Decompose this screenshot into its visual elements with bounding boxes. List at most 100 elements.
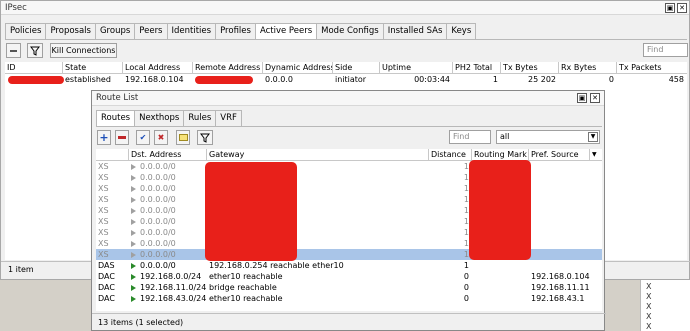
list-item[interactable]: X: [646, 292, 651, 301]
row-local: 192.168.0.104: [125, 75, 184, 84]
comment-button[interactable]: [176, 130, 190, 145]
tab-installed-sas[interactable]: Installed SAs: [382, 23, 448, 39]
table-row[interactable]: established 192.168.0.104 0.0.0.0 initia…: [5, 74, 687, 85]
col-id[interactable]: ID: [5, 62, 63, 74]
col-rx-bytes[interactable]: Rx Bytes: [559, 62, 617, 74]
list-item[interactable]: X: [646, 282, 651, 291]
close-button[interactable]: ✕: [590, 93, 600, 103]
route-distance: 1: [463, 217, 469, 226]
table-row[interactable]: DAC 192.168.43.0/24 ether10 reachable 0 192.…: [96, 293, 602, 304]
table-row[interactable]: DAS 0.0.0.0/0 192.168.0.254 reachable ethe…: [96, 260, 602, 271]
route-dst-text: 0.0.0.0/0: [140, 195, 176, 204]
col-dynamic-address[interactable]: Dynamic Address: [263, 62, 333, 74]
route-dst-text: 0.0.0.0/0: [140, 217, 176, 226]
tab-routes[interactable]: Routes: [96, 110, 136, 127]
tab-divider: [96, 126, 602, 127]
kill-connections-button[interactable]: Kill Connections: [50, 43, 117, 58]
remove-button[interactable]: [115, 130, 129, 145]
column-menu-button[interactable]: ▼: [590, 149, 602, 161]
col-local-address[interactable]: Local Address: [123, 62, 193, 74]
tab-profiles[interactable]: Profiles: [215, 23, 256, 39]
filter-icon: [200, 133, 210, 143]
tab-proposals[interactable]: Proposals: [45, 23, 96, 39]
route-dst-text: 0.0.0.0/0: [140, 250, 176, 259]
chevron-down-icon: ▼: [588, 132, 598, 142]
route-pref: [529, 194, 590, 205]
enable-button[interactable]: ✔: [136, 130, 150, 145]
route-pref: [529, 205, 590, 216]
route-gateway: bridge reachable: [209, 283, 277, 292]
list-item[interactable]: X: [646, 312, 651, 321]
tab-nexthops[interactable]: Nexthops: [134, 110, 185, 126]
tab-keys[interactable]: Keys: [446, 23, 477, 39]
tab-identities[interactable]: Identities: [166, 23, 217, 39]
route-active-icon: [131, 175, 136, 181]
list-item[interactable]: X: [646, 322, 651, 331]
col-tx-bytes[interactable]: Tx Bytes: [501, 62, 559, 74]
col-state[interactable]: State: [63, 62, 123, 74]
route-list-title: Route List: [96, 93, 139, 103]
route-mark: [472, 271, 529, 282]
col-distance[interactable]: Distance: [429, 149, 472, 161]
table-row[interactable]: DAC 192.168.0.0/24 ether10 reachable 0 192.1…: [96, 271, 602, 282]
route-distance: 1: [463, 228, 469, 237]
tab-groups[interactable]: Groups: [94, 23, 136, 39]
route-list-titlebar[interactable]: Route List ▣ ✕: [92, 91, 604, 106]
ipsec-titlebar[interactable]: IPsec ▣ ✕: [1, 1, 689, 15]
route-pref: [529, 183, 590, 194]
route-mark: [472, 282, 529, 293]
route-gateway: ether10 reachable: [209, 272, 283, 281]
route-filter-select[interactable]: all ▼: [496, 130, 600, 144]
route-pref: [529, 161, 590, 172]
tab-active-peers[interactable]: Active Peers: [254, 23, 318, 40]
route-distance: 0: [463, 272, 469, 281]
route-flag: DAS: [98, 261, 115, 270]
route-flag: DAC: [98, 283, 115, 292]
tab-rules[interactable]: Rules: [183, 110, 217, 126]
tab-policies[interactable]: Policies: [5, 23, 47, 39]
col-remote-address[interactable]: Remote Address: [193, 62, 263, 74]
table-row[interactable]: DAC 192.168.11.0/24 bridge reachable 0 192.1…: [96, 282, 602, 293]
route-pref: [529, 227, 590, 238]
route-active-icon: [131, 219, 136, 225]
route-active-icon: [131, 197, 136, 203]
filter-button[interactable]: [27, 43, 43, 58]
route-dst-text: 0.0.0.0/0: [140, 239, 176, 248]
status-divider: [92, 313, 606, 314]
add-button[interactable]: +: [97, 130, 111, 145]
close-button[interactable]: ✕: [677, 3, 687, 13]
route-dst-text: 0.0.0.0/0: [140, 162, 176, 171]
route-find-input[interactable]: Find: [449, 130, 491, 144]
restore-button[interactable]: ▣: [665, 3, 675, 13]
list-item[interactable]: X: [646, 302, 651, 311]
tab-vrf[interactable]: VRF: [215, 110, 242, 126]
minus-button[interactable]: [6, 43, 21, 58]
row-uptime: 00:03:44: [414, 75, 450, 84]
x-icon: ✖: [157, 133, 165, 142]
route-active-icon: [131, 164, 136, 170]
col-uptime[interactable]: Uptime: [380, 62, 453, 74]
col-gateway[interactable]: Gateway: [207, 149, 429, 161]
route-active-icon: [131, 274, 136, 280]
col-pref-source[interactable]: Pref. Source: [529, 149, 590, 161]
route-flag: DAC: [98, 294, 115, 303]
disable-button[interactable]: ✖: [154, 130, 168, 145]
route-flag: XS: [98, 206, 109, 215]
restore-button[interactable]: ▣: [577, 93, 587, 103]
route-distance: 0: [463, 294, 469, 303]
ipsec-find-input[interactable]: Find: [643, 43, 688, 57]
col-tx-packets[interactable]: Tx Packets: [617, 62, 687, 74]
route-gateway: ether10 reachable: [209, 294, 283, 303]
col-dst-address[interactable]: Dst. Address: [129, 149, 207, 161]
tab-peers[interactable]: Peers: [134, 23, 168, 39]
route-active-icon: [131, 241, 136, 247]
route-dst: 0.0.0.0/0: [129, 227, 207, 238]
route-dst: 192.168.43.0/24: [129, 293, 207, 304]
col-side[interactable]: Side: [333, 62, 380, 74]
row-dynamic: 0.0.0.0: [265, 75, 293, 84]
filter-button[interactable]: [197, 130, 213, 145]
col-ph2-total[interactable]: PH2 Total: [453, 62, 501, 74]
route-pref: [529, 172, 590, 183]
tab-mode-configs[interactable]: Mode Configs: [316, 23, 384, 39]
route-dst: 0.0.0.0/0: [129, 249, 207, 260]
